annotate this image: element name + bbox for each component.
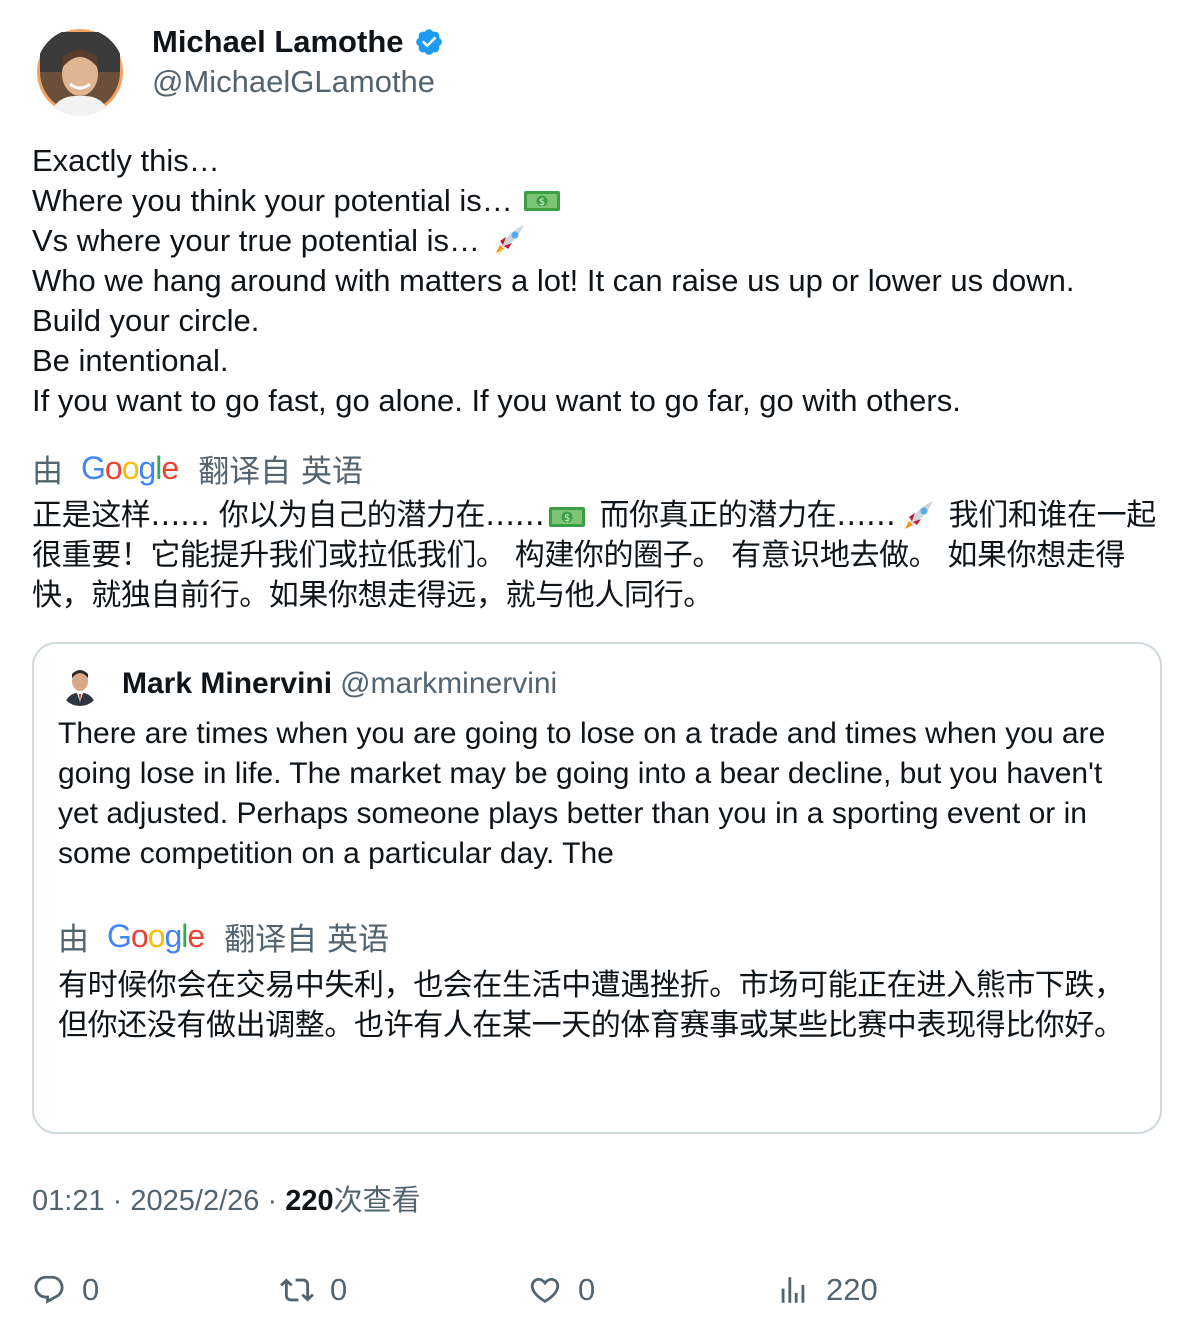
view-label: 次查看 bbox=[333, 1185, 421, 1217]
svg-text:$: $ bbox=[564, 513, 570, 524]
tweet-line-text: Vs where your true potential is… bbox=[32, 223, 480, 258]
reply-count: 0 bbox=[82, 1272, 100, 1307]
like-button[interactable]: 0 bbox=[528, 1270, 595, 1310]
views-button[interactable]: 220 bbox=[776, 1270, 878, 1310]
views-count: 220 bbox=[826, 1272, 878, 1307]
quoted-author-avatar[interactable] bbox=[60, 666, 100, 706]
translation-segment: 而你真正的潜力在…… bbox=[590, 498, 896, 533]
like-count: 0 bbox=[578, 1272, 596, 1307]
tweet-time[interactable]: 01:21 bbox=[32, 1185, 105, 1217]
quoted-translation-attribution: 由 Google 翻译自 英语 bbox=[58, 916, 390, 958]
reply-icon bbox=[34, 1275, 64, 1304]
rocket-emoji-icon bbox=[905, 500, 934, 529]
retweet-icon bbox=[280, 1278, 314, 1302]
translation-segment: 正是这样…… 你以为自己的潜力在…… bbox=[32, 498, 545, 533]
quoted-author-name[interactable]: Mark Minervini bbox=[122, 667, 332, 700]
author-name[interactable]: Michael Lamothe bbox=[152, 22, 404, 62]
tweet-line: Who we hang around with matters a lot! I… bbox=[32, 261, 1074, 301]
author-handle[interactable]: @MichaelGLamothe bbox=[152, 62, 435, 102]
google-logo: Google bbox=[81, 449, 179, 486]
meta-separator: · bbox=[267, 1185, 278, 1217]
person-avatar-icon bbox=[37, 29, 123, 116]
meta-separator: · bbox=[112, 1185, 123, 1217]
tweet-line-text: Be intentional. bbox=[32, 343, 229, 378]
tweet-line: Where you think your potential is… $ bbox=[32, 181, 1074, 221]
tweet-line-text: Where you think your potential is… bbox=[32, 183, 513, 218]
quoted-tweet-card[interactable]: Mark Minervini @markminervini There are t… bbox=[32, 642, 1162, 1134]
translation-attribution: 由 Google 翻译自 英语 bbox=[32, 448, 364, 490]
tweet-date[interactable]: 2025/2/26 bbox=[130, 1185, 259, 1217]
author-avatar[interactable] bbox=[36, 28, 124, 116]
translation-by-label: 由 bbox=[32, 453, 63, 490]
tweet-line: Build your circle. bbox=[32, 301, 1074, 341]
author-name-row[interactable]: Michael Lamothe bbox=[152, 22, 444, 62]
tweet-line-text: Who we hang around with matters a lot! I… bbox=[32, 263, 1075, 298]
tweet-line-text: If you want to go fast, go alone. If you… bbox=[32, 383, 961, 418]
google-logo: Google bbox=[107, 917, 205, 954]
tweet-translation: 正是这样…… 你以为自己的潜力在…… $ 而你真正的潜力在…… 我们和谁在一起很重… bbox=[32, 496, 1168, 616]
quoted-tweet-text: There are times when you are going to lo… bbox=[58, 717, 1106, 870]
tweet-line: Vs where your true potential is… bbox=[32, 221, 1074, 261]
money-bill-emoji-icon: $ bbox=[549, 506, 586, 527]
quoted-author-handle[interactable]: @markminervini bbox=[340, 667, 557, 700]
tweet-meta: 01:21 · 2025/2/26 · 220次查看 bbox=[32, 1181, 421, 1221]
reply-button[interactable]: 0 bbox=[32, 1270, 99, 1310]
translation-source-label: 翻译自 英语 bbox=[224, 921, 390, 958]
retweet-count: 0 bbox=[330, 1272, 348, 1307]
view-count: 220 bbox=[285, 1185, 334, 1217]
tweet-line-text: Build your circle. bbox=[32, 303, 260, 338]
tweet-text: Exactly this… Where you think your poten… bbox=[32, 141, 1074, 421]
svg-text:$: $ bbox=[539, 197, 545, 208]
verified-badge-icon bbox=[415, 29, 442, 55]
quoted-author-row[interactable]: Mark Minervini @markminervini bbox=[122, 664, 557, 704]
rocket-emoji-icon bbox=[496, 225, 524, 255]
tweet-line: Exactly this… bbox=[32, 141, 1074, 181]
analytics-bars-icon bbox=[781, 1277, 805, 1303]
heart-icon bbox=[530, 1277, 560, 1303]
money-bill-emoji-icon: $ bbox=[523, 191, 560, 211]
translation-by-label: 由 bbox=[58, 921, 89, 958]
tweet-line: If you want to go fast, go alone. If you… bbox=[32, 381, 1074, 421]
retweet-button[interactable]: 0 bbox=[280, 1270, 347, 1310]
person-avatar-icon bbox=[60, 666, 100, 706]
tweet-line: Be intentional. bbox=[32, 341, 1074, 381]
quoted-tweet-translation: 有时候你会在交易中失利，也会在生活中遭遇挫折。市场可能正在进入熊市下跌，但你还没… bbox=[58, 968, 1124, 1043]
tweet-line-text: Exactly this… bbox=[32, 143, 220, 178]
translation-source-label: 翻译自 英语 bbox=[198, 453, 364, 490]
